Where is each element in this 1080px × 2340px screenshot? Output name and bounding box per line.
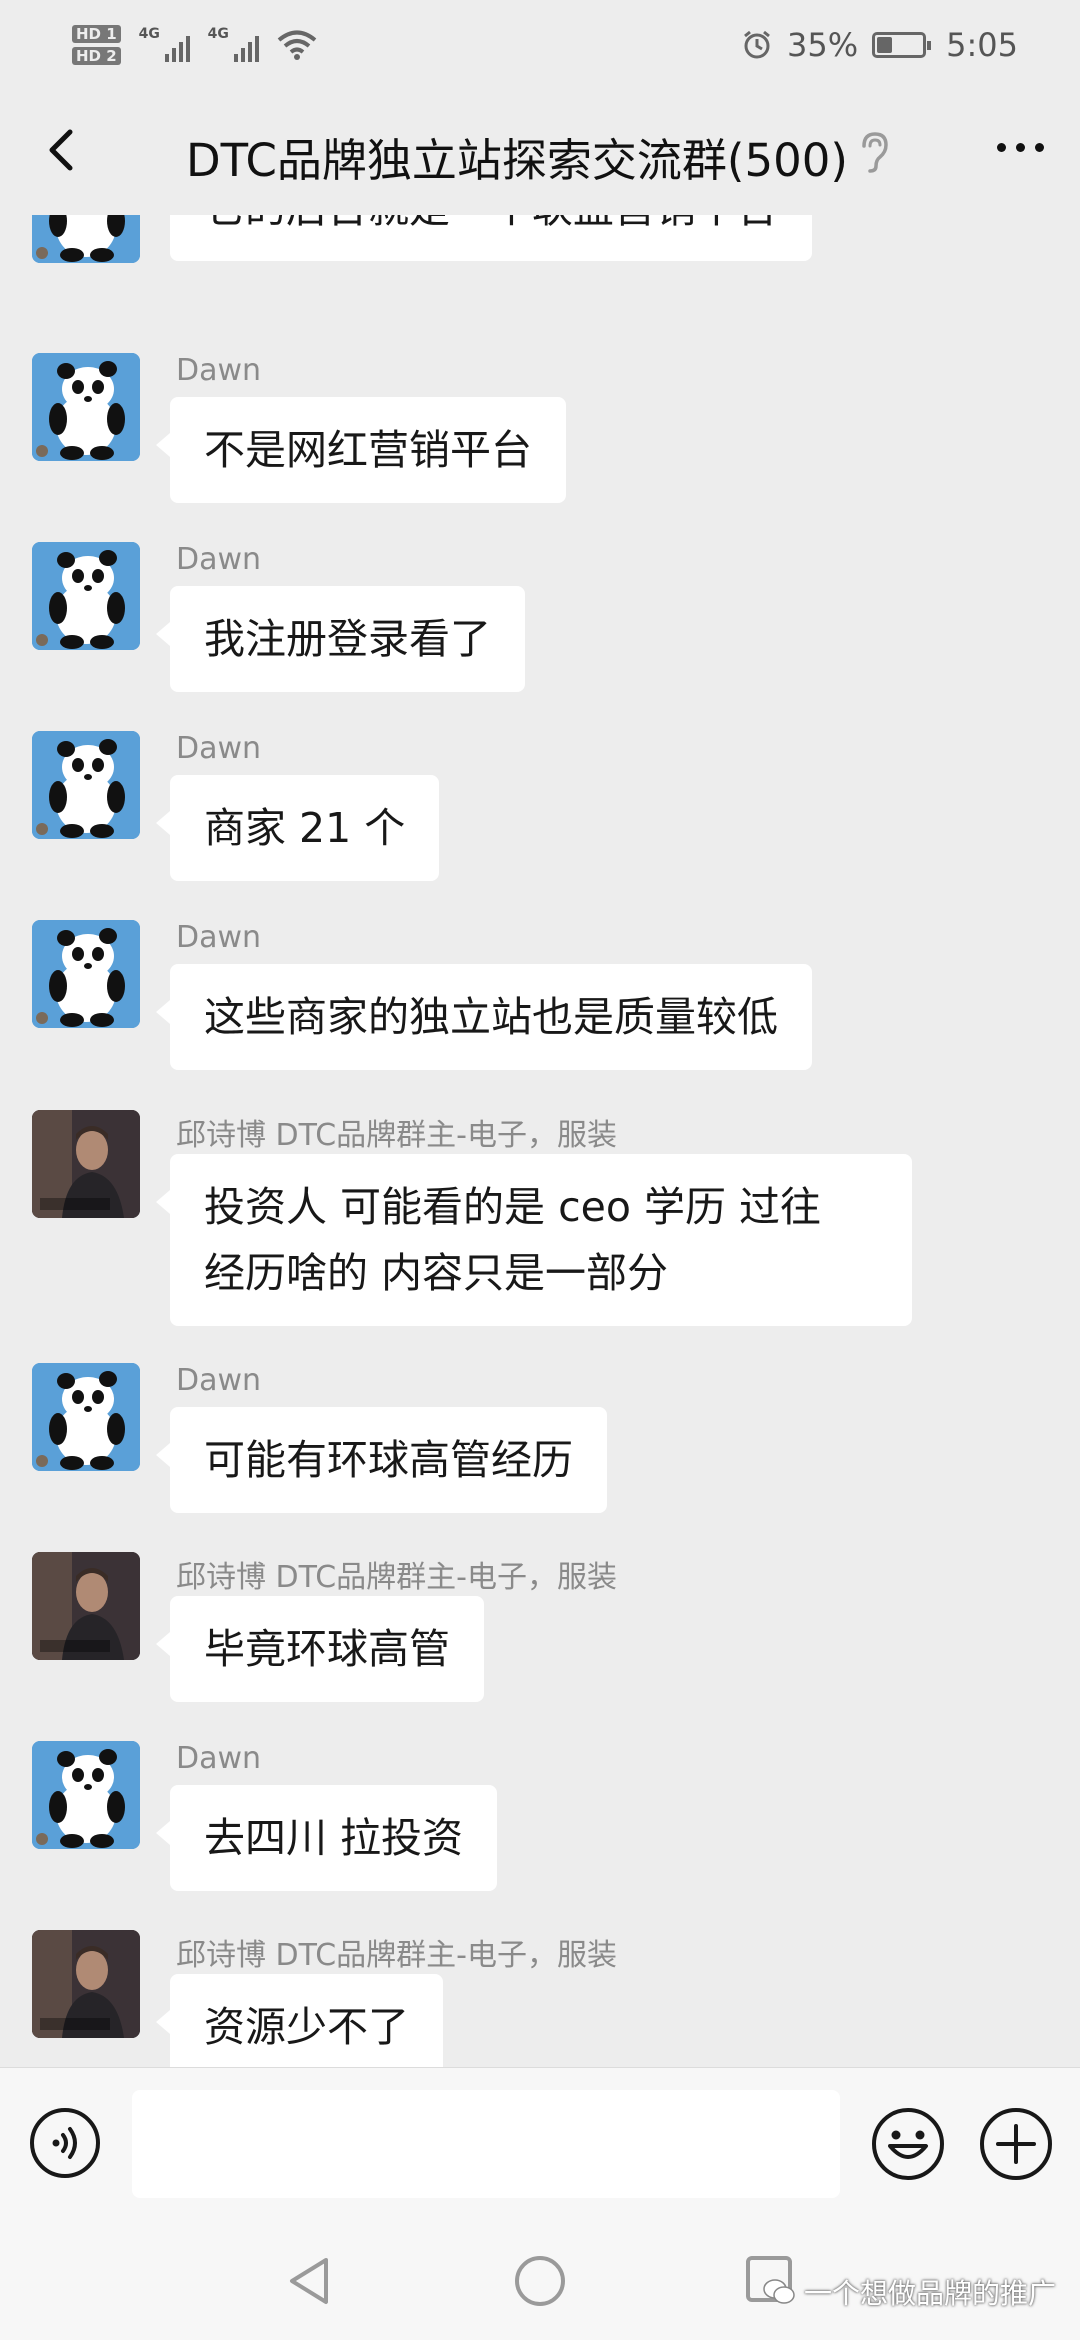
nav-home-icon[interactable]	[513, 2254, 567, 2308]
message-bubble[interactable]: 投资人 可能看的是 ceo 学历 过往 经历啥的 内容只是一部分	[156, 1154, 912, 1326]
hd-indicator: HD 1 HD 2	[72, 25, 121, 65]
avatar[interactable]	[32, 542, 140, 650]
avatar[interactable]	[32, 353, 140, 461]
more-icon[interactable]	[990, 132, 1050, 162]
watermark: 一个想做品牌的推广	[762, 2272, 1056, 2312]
message-input[interactable]	[132, 2090, 840, 2198]
avatar[interactable]	[32, 1741, 140, 1849]
sender-name: Dawn	[176, 1363, 262, 1398]
sender-name: Dawn	[176, 920, 262, 955]
hd1-label: HD 1	[72, 25, 121, 43]
avatar[interactable]	[32, 1552, 140, 1660]
avatar[interactable]	[32, 1930, 140, 2038]
message-bubble[interactable]: 资源少不了	[156, 1974, 443, 2067]
avatar[interactable]	[32, 1110, 140, 1218]
back-icon[interactable]	[34, 120, 94, 180]
sender-name: Dawn	[176, 353, 262, 388]
avatar[interactable]	[32, 731, 140, 839]
sender-name: 邱诗博 DTC品牌群主-电子，服装	[176, 1118, 617, 1153]
voice-icon[interactable]	[28, 2106, 102, 2180]
ear-icon	[862, 132, 888, 173]
nav-back-icon[interactable]	[284, 2254, 334, 2308]
avatar[interactable]	[32, 215, 140, 263]
wifi-icon	[277, 30, 316, 60]
signal-icon-2: 4G	[207, 26, 259, 62]
emoji-icon[interactable]	[870, 2106, 946, 2182]
message-bubble[interactable]: 这些商家的独立站也是质量较低	[156, 964, 812, 1070]
hd2-label: HD 2	[72, 47, 121, 65]
avatar[interactable]	[32, 920, 140, 1028]
chat-messages[interactable]: 它的后台就是一个联盟营销平台 Dawn 不是网红营销平台 Dawn 我注册登录看…	[0, 215, 1080, 2067]
message-bubble[interactable]: 商家 21 个	[155, 775, 440, 881]
alarm-icon	[744, 30, 770, 59]
sender-name: 邱诗博 DTC品牌群主-电子，服装	[176, 1938, 617, 1973]
sender-name: Dawn	[176, 1741, 262, 1776]
input-bar	[0, 2067, 1080, 2222]
message-bubble[interactable]: 可能有环球高管经历	[156, 1407, 607, 1513]
message-line: 经历啥的 内容只是一部分	[204, 1249, 669, 1297]
chat-header: DTC品牌独立站探索交流群(500)	[0, 90, 1080, 215]
message-bubble[interactable]: 我注册登录看了	[156, 586, 525, 692]
battery-icon	[872, 32, 932, 58]
sender-name: Dawn	[176, 542, 262, 577]
clock: 5:05	[946, 26, 1018, 64]
status-bar: HD 1 HD 2 4G 4G 35% 5:05	[0, 0, 1080, 90]
sender-name: Dawn	[176, 731, 262, 766]
battery-percent: 35%	[787, 26, 859, 64]
message-bubble[interactable]: 它的后台就是一个联盟营销平台	[170, 215, 812, 261]
wechat-icon	[763, 2279, 795, 2304]
network-type-2: 4G	[207, 26, 229, 42]
message-bubble[interactable]: 不是网红营销平台	[156, 397, 566, 503]
sender-name: 邱诗博 DTC品牌群主-电子，服装	[176, 1560, 617, 1595]
avatar[interactable]	[32, 1363, 140, 1471]
chat-title: DTC品牌独立站探索交流群(500)	[186, 134, 848, 187]
watermark-text: 一个想做品牌的推广	[804, 2277, 1057, 2310]
message-line: 投资人 可能看的是 ceo 学历 过往	[204, 1183, 821, 1231]
message-bubble[interactable]: 去四川 拉投资	[155, 1785, 498, 1891]
message-bubble[interactable]: 毕竟环球高管	[156, 1596, 484, 1702]
plus-icon[interactable]	[978, 2106, 1054, 2182]
network-type-1: 4G	[138, 26, 160, 42]
signal-icon-1: 4G	[138, 26, 190, 62]
system-nav-bar: 一个想做品牌的推广	[0, 2222, 1080, 2340]
